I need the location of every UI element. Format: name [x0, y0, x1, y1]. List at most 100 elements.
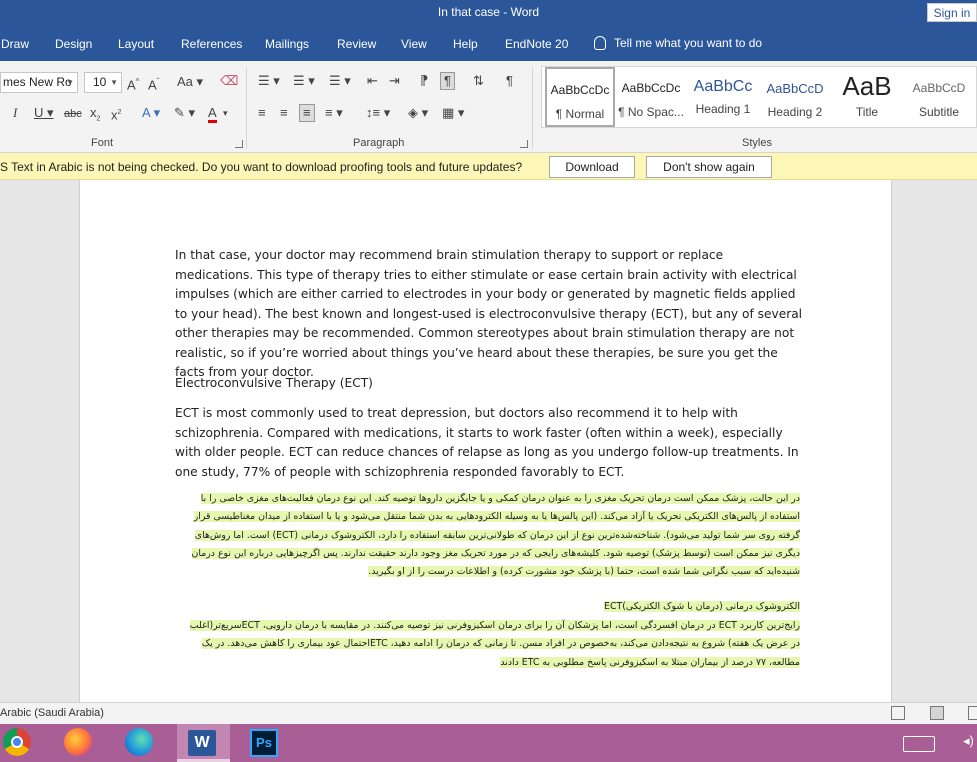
style-heading-1[interactable]: AaBbCc Heading 1 — [688, 67, 758, 127]
font-size-box[interactable]: 10 ▼ — [84, 72, 122, 93]
arabic-paragraph-2[interactable]: رایج‌ترین کاربرد ECT در درمان افسردگی اس… — [180, 617, 800, 672]
sort-icon[interactable]: ⇅ — [473, 74, 484, 88]
font-size-value: 10 — [93, 75, 107, 89]
tab-help[interactable]: Help — [453, 37, 478, 51]
bullets-icon[interactable]: ☰ ▾ — [258, 74, 280, 88]
read-mode-icon[interactable] — [891, 706, 905, 720]
style-name: ¶ No Spac... — [618, 105, 684, 119]
align-center-icon[interactable]: ≡ — [280, 106, 288, 120]
grow-font-icon[interactable]: A^ — [127, 75, 139, 92]
paragraph-2[interactable]: ECT is most commonly used to treat depre… — [175, 404, 805, 482]
tell-me-label: Tell me what you want to do — [614, 36, 763, 50]
align-right-icon[interactable]: ≡ — [299, 104, 315, 122]
print-layout-icon[interactable] — [930, 706, 944, 720]
tab-review[interactable]: Review — [337, 37, 376, 51]
tab-endnote[interactable]: EndNote 20 — [505, 37, 568, 51]
font-group-label: Font — [91, 137, 114, 149]
window-title: In that case - Word — [437, 5, 540, 19]
superscript-icon[interactable]: x2 — [111, 106, 121, 122]
arabic-heading[interactable]: الکتروشوک درمانی (درمان با شوک الکتریکی)… — [180, 598, 800, 616]
strikethrough-icon[interactable]: abc — [64, 107, 82, 121]
font-dialog-launcher-icon[interactable] — [235, 140, 243, 148]
decrease-indent-icon[interactable]: ⇤ — [367, 74, 378, 88]
style-heading-2[interactable]: AaBbCcD Heading 2 — [760, 67, 830, 127]
style-normal[interactable]: AaBbCcDc ¶ Normal — [545, 67, 615, 127]
style-name: Heading 1 — [695, 102, 751, 116]
ribbon-tabs: Draw Design Layout References Mailings R… — [0, 27, 977, 61]
sign-in-button[interactable]: Sign in — [927, 3, 977, 22]
tab-view[interactable]: View — [401, 37, 427, 51]
show-formatting-icon[interactable]: ¶ — [506, 74, 513, 88]
tell-me-box[interactable]: Tell me what you want to do — [594, 36, 762, 50]
styles-gallery: AaBbCcDc ¶ Normal AaBbCcDc ¶ No Spac... … — [541, 66, 977, 128]
style-name: Title — [855, 105, 879, 119]
chevron-down-icon[interactable]: ▼ — [110, 73, 118, 92]
arabic-paragraph-1[interactable]: در این حالت، پزشک ممکن است درمان تحریک م… — [180, 490, 800, 581]
font-name-value: mes New Ro — [3, 75, 72, 89]
text-effects-icon[interactable]: A ▾ — [142, 106, 160, 120]
line-spacing-icon[interactable]: ↕≡ ▾ — [366, 106, 390, 120]
ribbon: mes New Ro ▼ 10 ▼ A^ Aˇ Aa ▾ ⌫ I U ▾ abc… — [0, 61, 977, 153]
shrink-font-icon[interactable]: Aˇ — [148, 75, 159, 92]
justify-icon[interactable]: ≡ ▾ — [325, 106, 343, 120]
styles-group-label: Styles — [742, 137, 772, 149]
style-preview: AaBbCc — [693, 78, 753, 95]
increase-indent-icon[interactable]: ⇥ — [389, 74, 400, 88]
download-button[interactable]: Download — [549, 156, 635, 178]
ltr-direction-icon[interactable]: ⁋ — [420, 74, 428, 88]
language-indicator[interactable]: Arabic (Saudi Arabia) — [0, 707, 104, 719]
arabic-text: الکتروشوک درمانی (درمان با شوک الکتریکی)… — [604, 601, 800, 612]
multilevel-list-icon[interactable]: ☰ ▾ — [329, 74, 351, 88]
document-area[interactable]: In that case, your doctor may recommend … — [0, 180, 977, 702]
dont-show-again-button[interactable]: Don't show again — [646, 156, 772, 178]
document-page[interactable]: In that case, your doctor may recommend … — [79, 180, 892, 702]
style-no-spacing[interactable]: AaBbCcDc ¶ No Spac... — [616, 67, 686, 127]
title-bar: In that case - Word Sign in — [0, 0, 977, 27]
style-subtitle[interactable]: AaBbCcD Subtitle — [904, 67, 974, 127]
style-preview: AaBbCcDc — [621, 81, 681, 95]
tab-design[interactable]: Design — [55, 37, 92, 51]
speaker-icon[interactable]: ◂) — [963, 733, 974, 749]
font-name-box[interactable]: mes New Ro ▼ — [0, 72, 78, 93]
align-left-icon[interactable]: ≡ — [258, 106, 266, 120]
firefox-icon[interactable] — [64, 728, 92, 756]
divider — [246, 67, 247, 149]
lightbulb-icon — [594, 36, 606, 50]
taskbar: W Ps ◂) — [0, 724, 977, 762]
font-color-icon[interactable]: A — [208, 106, 217, 123]
taskbar-word-button[interactable]: W — [177, 724, 230, 762]
style-name: ¶ Normal — [555, 107, 605, 121]
chevron-down-icon[interactable]: ▾ — [223, 106, 228, 120]
style-title[interactable]: AaB Title — [832, 67, 902, 127]
edge-icon[interactable] — [125, 728, 153, 756]
arabic-text: رایج‌ترین کاربرد ECT در درمان افسردگی اس… — [189, 620, 800, 668]
photoshop-icon[interactable]: Ps — [250, 729, 278, 757]
tab-references[interactable]: References — [181, 37, 242, 51]
tab-draw[interactable]: Draw — [1, 37, 29, 51]
underline-icon[interactable]: U ▾ — [34, 106, 54, 120]
tab-layout[interactable]: Layout — [118, 37, 154, 51]
message-text: S Text in Arabic is not being checked. D… — [0, 160, 523, 174]
web-layout-icon[interactable] — [968, 706, 977, 720]
arabic-text: در این حالت، پزشک ممکن است درمان تحریک م… — [191, 493, 800, 578]
rtl-direction-icon[interactable]: ¶ — [440, 72, 455, 90]
paragraph-1[interactable]: In that case, your doctor may recommend … — [175, 246, 805, 383]
paragraph-dialog-launcher-icon[interactable] — [520, 140, 528, 148]
style-name: Heading 2 — [767, 105, 823, 119]
message-bar: S Text in Arabic is not being checked. D… — [0, 153, 977, 180]
divider — [532, 67, 533, 149]
paragraph-group-label: Paragraph — [353, 137, 405, 149]
clear-formatting-icon[interactable]: ⌫ — [220, 74, 238, 88]
change-case-icon[interactable]: Aa ▾ — [177, 75, 203, 89]
section-heading[interactable]: Electroconvulsive Therapy (ECT) — [175, 374, 805, 394]
italic-icon[interactable]: I — [13, 106, 17, 120]
subscript-icon[interactable]: x2 — [90, 106, 100, 127]
shading-icon[interactable]: ◈ ▾ — [408, 106, 428, 120]
keyboard-icon[interactable] — [903, 736, 935, 752]
chevron-down-icon[interactable]: ▼ — [66, 73, 74, 92]
highlight-color-icon[interactable]: ✎ ▾ — [174, 106, 195, 120]
tab-mailings[interactable]: Mailings — [265, 37, 309, 51]
chrome-icon[interactable] — [3, 728, 31, 756]
numbering-icon[interactable]: ☰ ▾ — [293, 74, 315, 88]
borders-icon[interactable]: ▦ ▾ — [442, 106, 464, 120]
